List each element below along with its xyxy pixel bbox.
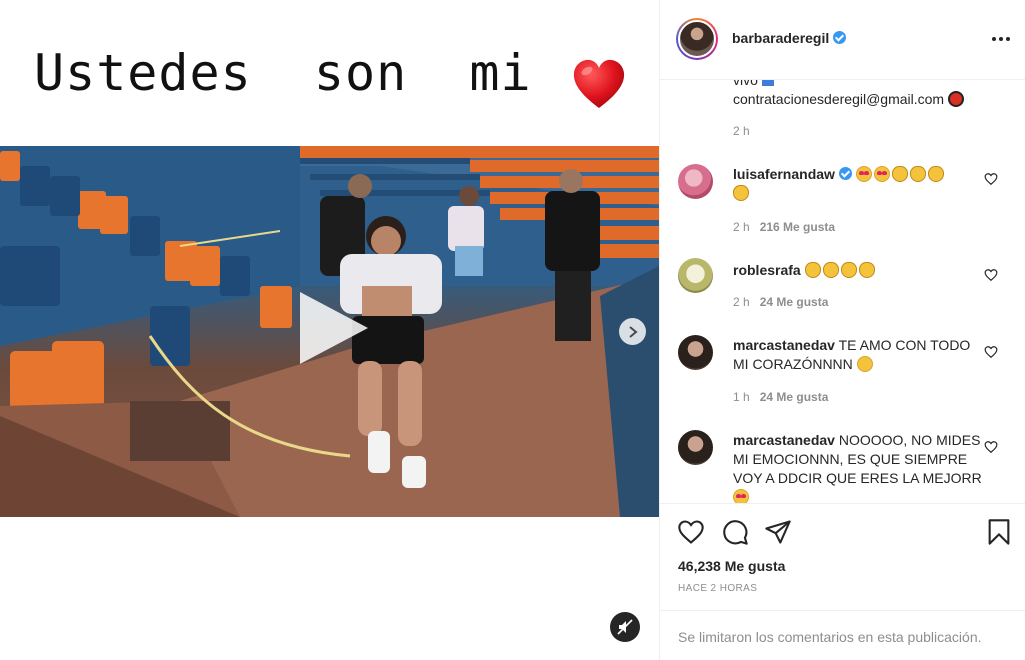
post-sidebar: barbaraderegil vivo contrataciones​dereg…: [659, 0, 1025, 660]
clap-emoji-icon: [733, 185, 749, 201]
heart-emoji-icon: [573, 59, 625, 108]
post-header: barbaraderegil: [660, 0, 1025, 80]
description-text-1: vivo: [733, 80, 758, 88]
comment-like-heart-icon[interactable]: [984, 172, 998, 186]
comment-avatar[interactable]: [678, 164, 713, 199]
likes-count[interactable]: 46,238 Me gusta: [678, 558, 785, 574]
comment-username[interactable]: marcastanedav: [733, 337, 835, 353]
video-caption-band: Ustedes son mi: [0, 0, 659, 146]
more-options-icon[interactable]: [992, 32, 1012, 46]
comment-meta: 2 h 216 Me gusta: [733, 220, 835, 234]
video-bottom-band: [0, 517, 659, 660]
comment-likes[interactable]: 24 Me gusta: [760, 295, 829, 309]
comment-body: marcastanedav TE AMO CON TODO MI CORAZÓN…: [733, 336, 983, 374]
description-line-1: vivo: [733, 80, 774, 88]
comment-body: luisafernandaw: [733, 165, 983, 203]
comment-username[interactable]: luisafernandaw: [733, 166, 835, 182]
author-username-text[interactable]: barbaraderegil: [732, 30, 829, 46]
comment-avatar[interactable]: [678, 430, 713, 465]
comments-limited-notice: Se limitaron los comentarios en esta pub…: [660, 610, 1025, 660]
comment-bubble-icon[interactable]: [721, 518, 749, 546]
comment-like-heart-icon[interactable]: [984, 268, 998, 282]
clap-emoji-icon: [891, 166, 908, 182]
description-time[interactable]: 2 h: [733, 124, 750, 138]
heart-eyes-emoji-icon: [873, 166, 890, 182]
next-slide-button[interactable]: [619, 318, 646, 345]
comment-like-heart-icon[interactable]: [984, 440, 998, 454]
save-bookmark-icon[interactable]: [985, 518, 1013, 546]
verified-badge-icon: [833, 31, 847, 44]
comment-time[interactable]: 2 h: [733, 220, 750, 234]
video-caption-text: Ustedes son mi: [34, 44, 532, 102]
red-circle-emoji-icon: [947, 91, 964, 107]
verified-badge-icon: [838, 167, 852, 180]
muted-speaker-icon: [617, 619, 633, 635]
author-avatar[interactable]: [676, 18, 718, 60]
comment-avatar[interactable]: [678, 258, 713, 293]
post-actions: 46,238 Me gusta HACE 2 HORAS Se limitaro…: [660, 503, 1025, 660]
comment-username[interactable]: roblesrafa: [733, 262, 801, 278]
heart-eyes-emoji-icon: [733, 489, 749, 503]
clap-emoji-icon: [858, 262, 875, 278]
comment-time[interactable]: 2 h: [733, 295, 750, 309]
description-line-2: contrataciones​deregil@gmail.com: [733, 91, 964, 107]
comment-body: roblesrafa: [733, 261, 983, 280]
pleading-face-emoji-icon: [856, 356, 873, 372]
play-icon[interactable]: [298, 292, 368, 364]
like-heart-icon[interactable]: [677, 518, 705, 546]
post-time-ago[interactable]: HACE 2 HORAS: [678, 583, 757, 594]
description-email[interactable]: contrataciones​deregil@gmail.com: [733, 91, 944, 107]
clap-emoji-icon: [840, 262, 857, 278]
author-username[interactable]: barbaraderegil: [732, 30, 847, 46]
video-player[interactable]: [0, 146, 659, 517]
clap-emoji-icon: [804, 262, 821, 278]
comment-body: marcastanedav NOOOOO, NO MIDES MI EMOCIO…: [733, 431, 983, 503]
comment-likes[interactable]: 216 Me gusta: [760, 220, 835, 234]
clap-emoji-icon: [822, 262, 839, 278]
post-media: Ustedes son mi: [0, 0, 659, 660]
heart-eyes-emoji-icon: [855, 166, 872, 182]
comment-like-heart-icon[interactable]: [984, 345, 998, 359]
clap-emoji-icon: [909, 166, 926, 182]
comments-limited-text: Se limitaron los comentarios en esta pub…: [678, 629, 982, 645]
comment-avatar[interactable]: [678, 335, 713, 370]
clap-emoji-icon: [927, 166, 944, 182]
share-paper-plane-icon[interactable]: [764, 518, 792, 546]
comments-list: vivo contrataciones​deregil@gmail.com 2 …: [660, 80, 1025, 503]
comment-time[interactable]: 1 h: [733, 390, 750, 404]
comment-likes[interactable]: 24 Me gusta: [760, 390, 829, 404]
comment-meta: 1 h 24 Me gusta: [733, 390, 828, 404]
live-emoji-icon: [761, 80, 774, 86]
comment-username[interactable]: marcastanedav: [733, 432, 835, 448]
comment-meta: 2 h 24 Me gusta: [733, 295, 828, 309]
mute-toggle-button[interactable]: [610, 612, 640, 642]
chevron-right-icon: [628, 325, 638, 338]
